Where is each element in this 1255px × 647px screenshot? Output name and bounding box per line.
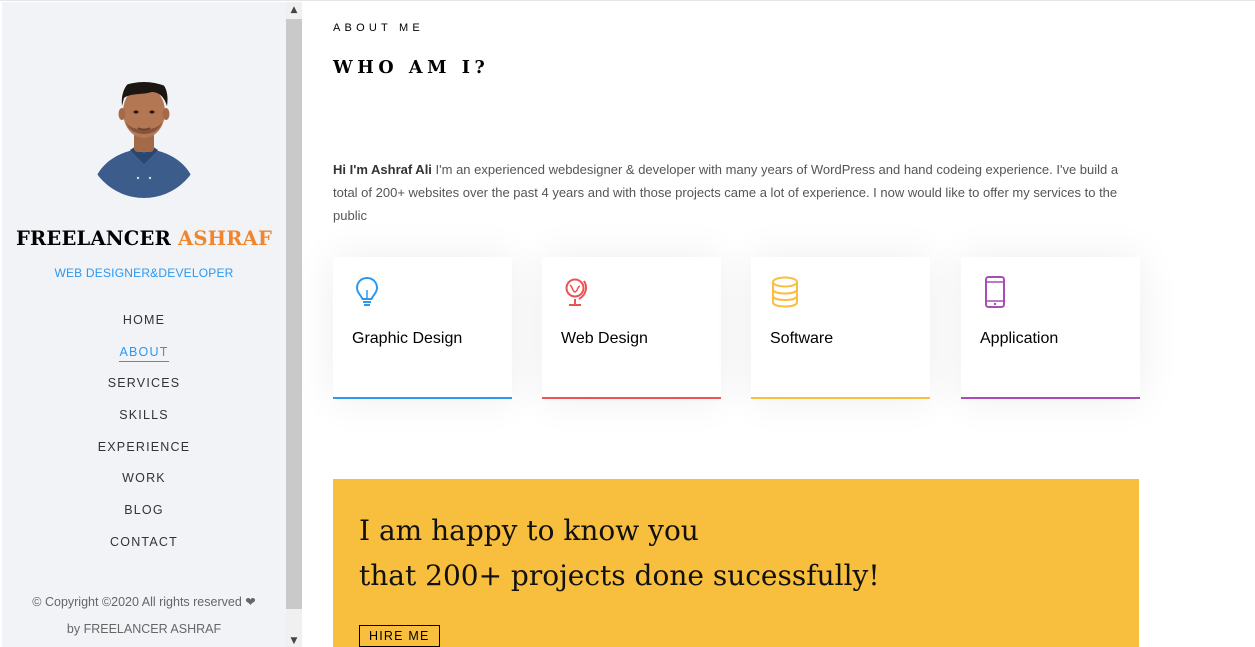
service-card-application[interactable]: Application — [961, 257, 1140, 399]
main-content: ABOUT ME WHO AM I? Hi I'm Ashraf Ali I'm… — [302, 2, 1255, 647]
service-accent-bar — [961, 397, 1140, 399]
nav-link-home[interactable]: HOME — [123, 313, 165, 329]
nav-item-experience: EXPERIENCE — [2, 436, 286, 468]
globe-icon — [565, 278, 588, 306]
nav-link-skills[interactable]: SKILLS — [119, 408, 169, 424]
cta-line-1: I am happy to know you — [359, 514, 699, 547]
scroll-down-arrow-icon[interactable]: ▼ — [286, 634, 302, 647]
nav-item-about: ABOUT — [2, 341, 286, 373]
scroll-thumb[interactable] — [286, 19, 302, 609]
brand-second: ASHRAF — [178, 227, 273, 250]
nav-item-blog: BLOG — [2, 499, 286, 531]
nav-link-contact[interactable]: CONTACT — [110, 535, 178, 551]
nav-link-services[interactable]: SERVICES — [108, 376, 181, 392]
copyright: © Copyright ©2020 All rights reserved ❤ … — [2, 589, 286, 643]
service-label: Graphic Design — [352, 330, 463, 347]
copyright-line-1: © Copyright ©2020 All rights reserved ❤ — [32, 595, 256, 609]
service-accent-bar — [333, 397, 512, 399]
profile-avatar — [86, 82, 202, 198]
database-icon — [772, 276, 798, 308]
intro-text: I'm an experienced webdesigner & develop… — [333, 162, 1119, 223]
sidebar-scrollbar[interactable]: ▲ ▼ — [286, 2, 302, 647]
section-heading: WHO AM I? — [333, 58, 490, 78]
service-label: Web Design — [561, 330, 648, 347]
intro-name: Hi I'm Ashraf Ali — [333, 162, 432, 177]
cta-headline: I am happy to know you that 200+ project… — [359, 508, 880, 598]
nav-item-home: HOME — [2, 309, 286, 341]
scroll-up-arrow-icon[interactable]: ▲ — [286, 2, 302, 18]
brand-first: FREELANCER — [15, 227, 171, 250]
hire-me-button[interactable]: HIRE ME — [359, 625, 440, 647]
service-card-software[interactable]: Software — [751, 257, 930, 399]
cta-banner: I am happy to know you that 200+ project… — [333, 479, 1139, 647]
site-brand[interactable]: FREELANCER ASHRAF — [2, 227, 286, 250]
service-accent-bar — [751, 397, 930, 399]
sidebar: FREELANCER ASHRAF WEB DESIGNER&DEVELOPER… — [2, 2, 286, 647]
nav-item-skills: SKILLS — [2, 404, 286, 436]
service-label: Application — [980, 330, 1059, 347]
nav-item-contact: CONTACT — [2, 531, 286, 563]
section-eyebrow: ABOUT ME — [333, 22, 424, 34]
cta-line-2: that 200+ projects done sucessfully! — [359, 559, 880, 592]
main-nav: HOME ABOUT SERVICES SKILLS EXPERIENCE WO… — [2, 309, 286, 563]
nav-link-work[interactable]: WORK — [122, 471, 166, 487]
nav-item-work: WORK — [2, 467, 286, 499]
app-root: FREELANCER ASHRAF WEB DESIGNER&DEVELOPER… — [0, 0, 1255, 647]
nav-link-blog[interactable]: BLOG — [124, 503, 164, 519]
services-row: Graphic Design Web Design Software Appli… — [333, 257, 1143, 400]
service-label: Software — [770, 330, 834, 347]
service-card-web-design[interactable]: Web Design — [542, 257, 721, 399]
nav-item-services: SERVICES — [2, 372, 286, 404]
copyright-line-2: by FREELANCER ASHRAF — [66, 622, 222, 636]
service-accent-bar — [542, 397, 721, 399]
about-intro: Hi I'm Ashraf Ali I'm an experienced web… — [333, 158, 1145, 227]
service-card-graphic-design[interactable]: Graphic Design — [333, 257, 512, 399]
nav-link-about[interactable]: ABOUT — [119, 344, 169, 362]
tagline: WEB DESIGNER&DEVELOPER — [54, 266, 234, 280]
nav-link-experience[interactable]: EXPERIENCE — [98, 440, 191, 456]
phone-icon — [985, 276, 1005, 308]
lightbulb-icon — [355, 276, 379, 306]
